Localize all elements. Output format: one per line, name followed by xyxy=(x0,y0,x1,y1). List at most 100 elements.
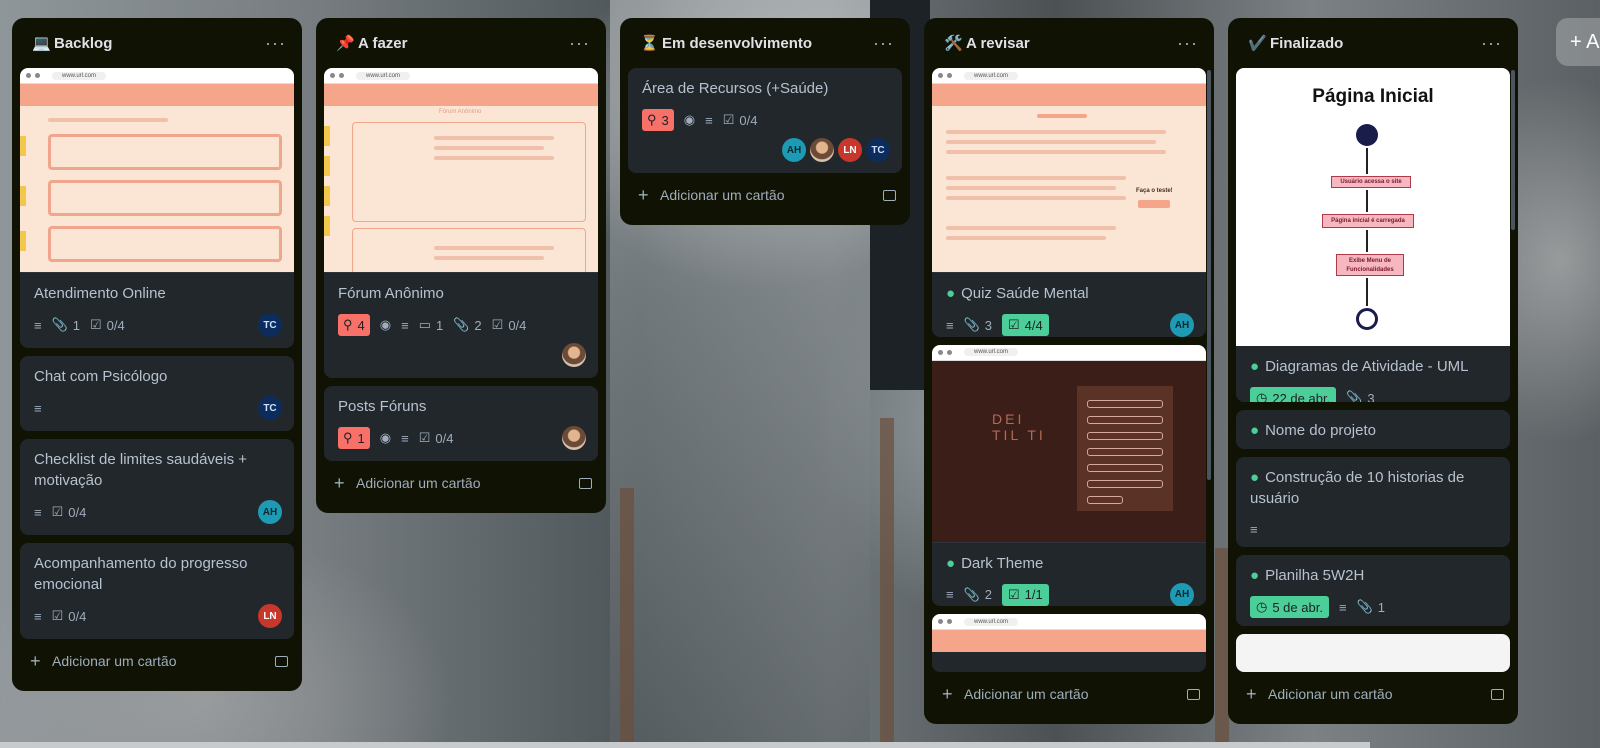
list-backlog: 💻 Backlog ··· www.url.com Atendimento On… xyxy=(12,18,302,691)
check-mark-emoji-icon: ✔️ xyxy=(1248,35,1267,52)
paperclip-icon: 📎 xyxy=(963,586,980,602)
checklist-badge: ☑ 0/4 xyxy=(491,317,527,333)
avatar[interactable]: LN xyxy=(258,604,282,628)
card-quiz-saude-mental[interactable]: www.url.com Faça o teste! ● Quiz Saúde M… xyxy=(932,68,1206,337)
list-header: 💻 Backlog ··· xyxy=(20,18,294,68)
votes-badge[interactable]: ⚲ 1 xyxy=(338,427,370,449)
add-card-button[interactable]: + Adicionar um cartão xyxy=(628,173,902,217)
card-title: ● Nome do projeto xyxy=(1250,421,1376,439)
add-card-button[interactable]: + Adicionar um cartão xyxy=(932,672,1206,716)
avatar-photo[interactable] xyxy=(562,343,586,367)
paperclip-icon: 📎 xyxy=(1346,390,1363,402)
comment-icon: ▭ xyxy=(418,317,431,332)
list-title[interactable]: A fazer xyxy=(358,35,569,52)
card-title: ● Construção de 10 historias de usuário xyxy=(1250,468,1465,507)
pushpin-emoji-icon: 📌 xyxy=(336,35,355,52)
card-template-icon[interactable] xyxy=(1187,688,1200,700)
list-scrollbar[interactable] xyxy=(1207,70,1211,480)
plus-icon: + xyxy=(334,472,345,493)
list-menu-button[interactable]: ··· xyxy=(873,33,894,54)
card-partial-cover[interactable]: www.url.com xyxy=(932,614,1206,672)
description-icon: ≡ xyxy=(34,400,42,416)
card-atendimento-online[interactable]: www.url.com Atendimento Online ≡ 📎 1 ☑ 0… xyxy=(20,68,294,348)
board-horizontal-scrollbar[interactable] xyxy=(0,742,1370,748)
card-template-icon[interactable] xyxy=(275,655,288,667)
list-menu-button[interactable]: ··· xyxy=(265,33,286,54)
checklist-badge: ☑ 0/4 xyxy=(722,112,758,128)
checklist-badge: ☑ 0/4 xyxy=(418,430,454,446)
list-title[interactable]: Backlog xyxy=(54,35,265,52)
check-circle-icon: ● xyxy=(1250,468,1260,486)
list-a-revisar: 🛠️ A revisar ··· www.url.com Faça o test… xyxy=(924,18,1214,724)
description-icon: ≡ xyxy=(401,430,409,446)
avatar-photo[interactable] xyxy=(562,426,586,450)
votes-badge[interactable]: ⚲ 3 xyxy=(642,109,674,131)
card-planilha-5w2h[interactable]: ● Planilha 5W2H ◷ 5 de abr. ≡ 📎 1 xyxy=(1236,555,1510,627)
votes-badge[interactable]: ⚲ 4 xyxy=(338,314,370,336)
avatar[interactable]: AH xyxy=(782,138,806,162)
avatar[interactable]: TC xyxy=(258,396,282,420)
avatar-photo[interactable] xyxy=(810,138,834,162)
watch-eye-icon: ◉ xyxy=(379,430,392,445)
add-card-button[interactable]: + Adicionar um cartão xyxy=(1236,672,1510,716)
card-template-icon[interactable] xyxy=(579,477,592,489)
add-list-button[interactable]: + A xyxy=(1556,18,1600,66)
card-partial-cover[interactable] xyxy=(1236,634,1510,672)
watch-eye-icon: ◉ xyxy=(379,317,392,332)
checkbox-icon: ☑ xyxy=(1008,317,1020,332)
add-card-button[interactable]: + Adicionar um cartão xyxy=(20,639,294,683)
description-icon: ≡ xyxy=(1250,522,1258,538)
list-menu-button[interactable]: ··· xyxy=(1177,33,1198,54)
card-template-icon[interactable] xyxy=(883,189,896,201)
checkbox-icon: ☑ xyxy=(90,317,102,332)
paperclip-icon: 📎 xyxy=(453,317,470,332)
list-title[interactable]: Em desenvolvimento xyxy=(662,35,873,52)
comments-badge: ▭ 1 xyxy=(418,317,444,333)
checklist-badge: ☑ 4/4 xyxy=(1002,314,1049,336)
avatar[interactable]: AH xyxy=(1170,582,1194,607)
list-em-desenvolvimento: ⏳ Em desenvolvimento ··· Área de Recurso… xyxy=(620,18,910,225)
list-title[interactable]: Finalizado xyxy=(1270,35,1481,52)
list-menu-button[interactable]: ··· xyxy=(569,33,590,54)
list-scrollbar[interactable] xyxy=(1511,70,1515,230)
card-forum-anonimo[interactable]: www.url.com Fórum Anônimo Fórum Anônimo … xyxy=(324,68,598,378)
add-card-button[interactable]: + Adicionar um cartão xyxy=(324,461,598,505)
checkbox-icon: ☑ xyxy=(722,112,735,127)
attachment-badge: 📎 1 xyxy=(1356,599,1385,615)
avatar[interactable]: TC xyxy=(258,313,282,337)
description-icon: ≡ xyxy=(34,504,42,520)
avatar[interactable]: TC xyxy=(866,138,890,162)
thumbtack-icon: ⚲ xyxy=(343,317,353,332)
list-title[interactable]: A revisar xyxy=(966,35,1177,52)
card-cover-image: www.url.com Faça o teste! xyxy=(932,68,1206,273)
due-date-badge[interactable]: ◷ 22 de abr. xyxy=(1250,387,1337,402)
avatar[interactable]: AH xyxy=(258,500,282,524)
paperclip-icon: 📎 xyxy=(51,317,68,332)
card-construcao-historias[interactable]: ● Construção de 10 historias de usuário ≡ xyxy=(1236,456,1510,548)
card-checklist-limites[interactable]: Checklist de limites saudáveis + motivaç… xyxy=(20,439,294,535)
avatar[interactable]: LN xyxy=(838,138,862,162)
card-template-icon[interactable] xyxy=(1491,688,1504,700)
tools-emoji-icon: 🛠️ xyxy=(944,35,963,52)
hourglass-emoji-icon: ⏳ xyxy=(640,35,659,52)
plus-icon: + xyxy=(638,184,649,205)
card-chat-com-psicologo[interactable]: Chat com Psicólogo ≡ TC xyxy=(20,356,294,431)
avatar[interactable]: AH xyxy=(1170,313,1194,337)
card-diagramas-uml[interactable]: Página Inicial Usuário acessa o site Pág… xyxy=(1236,68,1510,402)
list-menu-button[interactable]: ··· xyxy=(1481,33,1502,54)
clock-icon: ◷ xyxy=(1256,390,1268,402)
card-area-de-recursos[interactable]: Área de Recursos (+Saúde) ⚲ 3 ◉ ≡ ☑ 0/4 AH… xyxy=(628,68,902,173)
attachment-badge: 📎 2 xyxy=(963,586,993,603)
description-icon: ≡ xyxy=(401,317,409,333)
card-acompanhamento-progresso[interactable]: Acompanhamento do progresso emocional ≡ … xyxy=(20,543,294,639)
card-title: Checklist de limites saudáveis + motivaç… xyxy=(34,451,248,489)
card-dark-theme[interactable]: www.url.com DEI TIL TI ● Dark Theme ≡ 📎 … xyxy=(932,344,1206,607)
card-cover-image: www.url.com Fórum Anônimo xyxy=(324,68,598,273)
card-title: Chat com Psicólogo xyxy=(34,368,168,385)
checkbox-icon: ☑ xyxy=(1008,586,1020,602)
card-posts-foruns[interactable]: Posts Fóruns ⚲ 1 ◉ ≡ ☑ 0/4 xyxy=(324,386,598,461)
description-icon: ≡ xyxy=(1338,599,1347,615)
card-nome-do-projeto[interactable]: ● Nome do projeto xyxy=(1236,409,1510,449)
list-a-fazer: 📌 A fazer ··· www.url.com Fórum Anônimo xyxy=(316,18,606,513)
due-date-badge[interactable]: ◷ 5 de abr. xyxy=(1250,596,1329,619)
